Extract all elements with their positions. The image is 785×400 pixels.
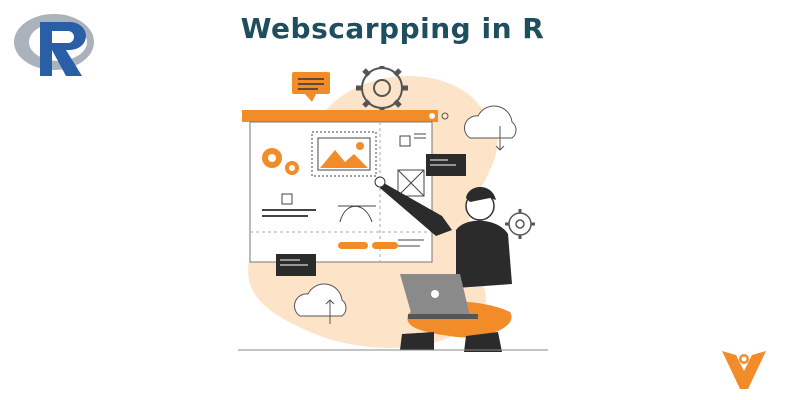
browser-window <box>242 110 449 263</box>
chat-bubble-icon <box>292 72 330 102</box>
brand-logo-icon <box>722 351 766 389</box>
page-title: Webscarpping in R <box>240 12 545 45</box>
web-developer-illustration <box>238 66 548 352</box>
small-gear-icon <box>505 209 535 239</box>
r-logo-icon <box>14 14 94 76</box>
